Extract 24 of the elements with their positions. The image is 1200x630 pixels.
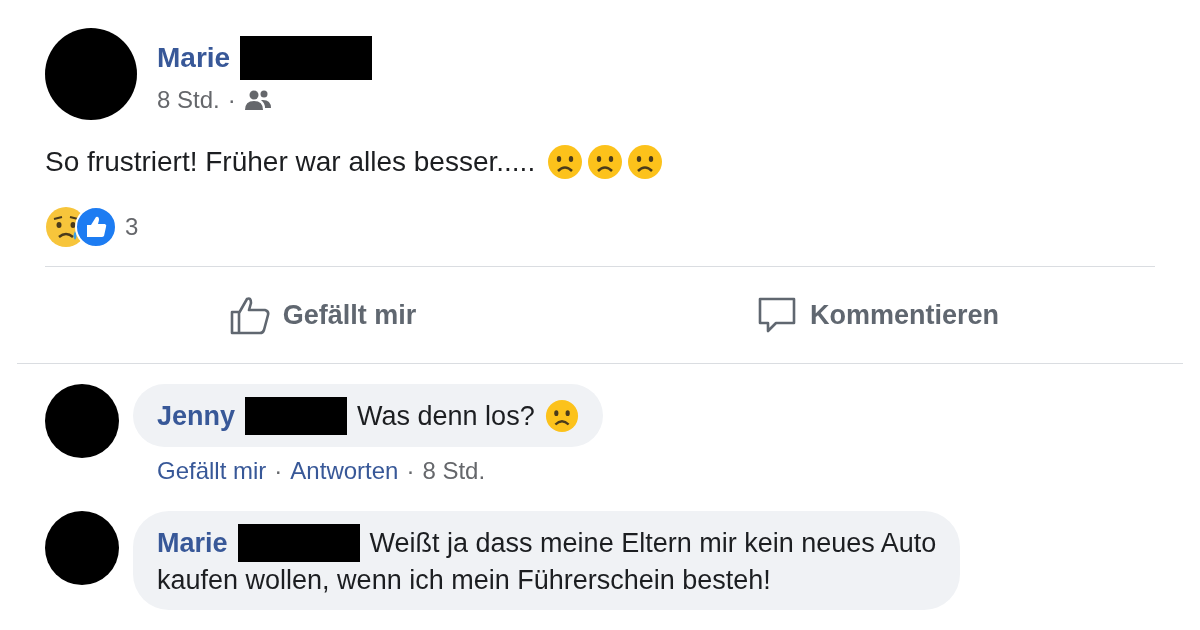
author-name[interactable]: Marie xyxy=(157,42,231,74)
post-text: So frustriert! Früher war alles besser..... xyxy=(45,146,536,178)
frowning-face-icon xyxy=(627,144,664,180)
comment-text: kaufen wollen, wenn ich mein Führerschein besteh! xyxy=(157,564,771,597)
separator: · xyxy=(274,457,283,485)
frowning-face-icon xyxy=(587,144,624,180)
comment-time: 8 Std. xyxy=(422,457,486,485)
friends-icon xyxy=(243,89,272,111)
comment-text: Weißt ja dass meine Eltern mir kein neues Auto xyxy=(369,526,937,560)
comment-action-link[interactable]: Antworten xyxy=(290,457,399,485)
post-time: 8 Std. xyxy=(157,86,220,114)
comment-button[interactable]: Kommentieren xyxy=(600,267,1155,363)
frowning-face-icon xyxy=(544,399,579,433)
frowning-face-icon xyxy=(547,144,584,180)
commenter-name[interactable]: Jenny xyxy=(157,397,236,435)
commenter-name[interactable]: Marie xyxy=(157,524,228,562)
comment-action-link[interactable]: Gefällt mir xyxy=(157,457,267,485)
separator: · xyxy=(406,457,415,485)
like-button[interactable]: Gefällt mir xyxy=(45,267,600,363)
comment-text: Was denn los? xyxy=(357,399,535,433)
thumbs-up-icon xyxy=(228,295,271,335)
reaction-count[interactable]: 3 xyxy=(125,213,139,241)
like-reaction-icon xyxy=(75,206,117,248)
separator: · xyxy=(227,86,236,114)
